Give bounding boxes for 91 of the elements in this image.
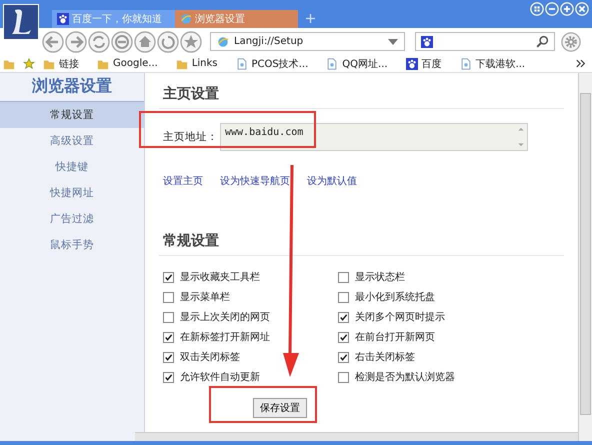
close-icon[interactable] xyxy=(575,2,589,16)
checkbox[interactable] xyxy=(163,332,174,342)
option-label: 显示上次关闭的网页 xyxy=(180,310,270,324)
checkbox-option[interactable]: 右击关闭标签 xyxy=(338,350,538,364)
checkbox[interactable] xyxy=(163,312,174,322)
homepage-field[interactable]: www.baidu.com xyxy=(220,123,528,151)
refresh-icon[interactable] xyxy=(88,30,110,52)
checkbox[interactable] xyxy=(338,332,349,342)
page-icon xyxy=(326,58,338,70)
checkbox-option[interactable]: 在前台打开新网页 xyxy=(338,330,538,344)
checkbox-option[interactable]: 检测是否为默认浏览器 xyxy=(338,370,538,384)
checkbox-option[interactable]: 在新标签打开新网址 xyxy=(163,330,338,344)
option-label: 允许软件自动更新 xyxy=(180,370,260,384)
sidebar-item[interactable]: 鼠标手势 xyxy=(0,232,144,258)
bookmark-item[interactable]: QQ网址... xyxy=(326,56,388,70)
globe-icon xyxy=(180,13,192,25)
folder-icon xyxy=(43,58,55,70)
sidebar-item[interactable]: 广告过滤 xyxy=(0,206,144,232)
bookmark-item[interactable]: 链接 xyxy=(43,56,79,70)
checkbox-option[interactable]: 显示状态栏 xyxy=(338,270,538,284)
option-label: 最小化到系统托盘 xyxy=(355,290,435,304)
checkbox-option[interactable]: 显示收藏夹工具栏 xyxy=(163,270,338,284)
option-label: 检测是否为默认浏览器 xyxy=(355,370,455,384)
checkbox-option[interactable]: 双击关闭标签 xyxy=(163,350,338,364)
checkbox[interactable] xyxy=(163,272,174,282)
checkbox[interactable] xyxy=(338,292,349,302)
search-icon[interactable] xyxy=(536,35,549,48)
link[interactable]: 设为快速导航页 xyxy=(220,174,290,188)
sidebar-item[interactable]: 常规设置 xyxy=(0,101,144,128)
save-button[interactable]: 保存设置 xyxy=(253,398,307,418)
vertical-scrollbar[interactable] xyxy=(578,73,592,441)
option-label: 显示收藏夹工具栏 xyxy=(180,270,260,284)
field-label: 主页地址： xyxy=(163,130,218,144)
horizontal-scrollbar[interactable] xyxy=(135,432,578,441)
option-label: 双击关闭标签 xyxy=(180,350,240,364)
checkbox-option[interactable]: 允许软件自动更新 xyxy=(163,370,338,384)
folder-icon xyxy=(176,58,188,70)
sidebar-item[interactable]: 快捷键 xyxy=(0,154,144,180)
option-label: 在前台打开新网页 xyxy=(355,330,435,344)
bookmark-item[interactable]: Links xyxy=(176,58,218,70)
option-label: 右击关闭标签 xyxy=(355,350,415,364)
checkbox[interactable] xyxy=(338,352,349,362)
checkbox[interactable] xyxy=(163,292,174,302)
settings-icon[interactable] xyxy=(561,32,581,52)
grid-icon[interactable] xyxy=(530,2,544,16)
star-icon[interactable] xyxy=(23,58,35,70)
paw-icon xyxy=(406,58,418,70)
checkbox-option[interactable]: 显示上次关闭的网页 xyxy=(163,310,338,324)
bookmark-item[interactable]: 百度 xyxy=(406,56,442,70)
sidebar-title: 浏览器设置 xyxy=(31,75,113,97)
section-heading: 主页设置 xyxy=(163,84,220,103)
checkbox[interactable] xyxy=(163,372,174,382)
bookmark-item[interactable]: PCOS技术... xyxy=(236,56,308,70)
checkbox[interactable] xyxy=(338,312,349,322)
folder-icon[interactable] xyxy=(3,58,15,70)
paw-icon xyxy=(421,36,433,48)
checkbox[interactable] xyxy=(338,272,349,282)
undo-icon[interactable] xyxy=(157,30,179,52)
link[interactable]: 设为默认值 xyxy=(307,174,357,188)
option-label: 在新标签打开新网址 xyxy=(180,330,270,344)
link[interactable]: 设置主页 xyxy=(163,174,203,188)
forward-icon[interactable] xyxy=(65,30,87,52)
option-label: 显示菜单栏 xyxy=(180,290,230,304)
stop-icon[interactable] xyxy=(111,30,133,52)
option-label: 显示状态栏 xyxy=(355,270,405,284)
folder-icon xyxy=(97,58,109,70)
minimize-icon[interactable] xyxy=(545,2,559,16)
checkbox[interactable] xyxy=(163,352,174,362)
paw-icon xyxy=(57,13,69,25)
back-icon[interactable] xyxy=(42,30,64,52)
page-icon xyxy=(236,58,248,70)
search-field[interactable] xyxy=(415,32,555,51)
checkbox-option[interactable]: 关闭多个网页时提示 xyxy=(338,310,538,324)
sidebar-item[interactable]: 高级设置 xyxy=(0,128,144,154)
section-heading: 常规设置 xyxy=(163,232,220,250)
checkbox[interactable] xyxy=(338,372,349,382)
page-icon xyxy=(460,58,472,70)
chevron-icon[interactable] xyxy=(576,59,586,68)
checkbox-option[interactable]: 显示菜单栏 xyxy=(163,290,338,304)
sidebar-item[interactable]: 快捷网址 xyxy=(0,180,144,206)
globe-icon xyxy=(217,36,229,48)
bookmark-item[interactable]: 下载港软... xyxy=(460,56,526,70)
address-field[interactable]: Langji://Setup xyxy=(210,32,405,51)
scroll-arrows-icon xyxy=(518,126,524,148)
option-label: 关闭多个网页时提示 xyxy=(355,310,445,324)
new-tab-icon[interactable] xyxy=(306,14,315,23)
home-icon[interactable] xyxy=(134,30,156,52)
maximize-icon[interactable] xyxy=(560,2,574,16)
checkbox-option[interactable]: 最小化到系统托盘 xyxy=(338,290,538,304)
bookmark-item[interactable]: Google... xyxy=(97,58,158,70)
dropdown-icon[interactable] xyxy=(388,38,398,44)
